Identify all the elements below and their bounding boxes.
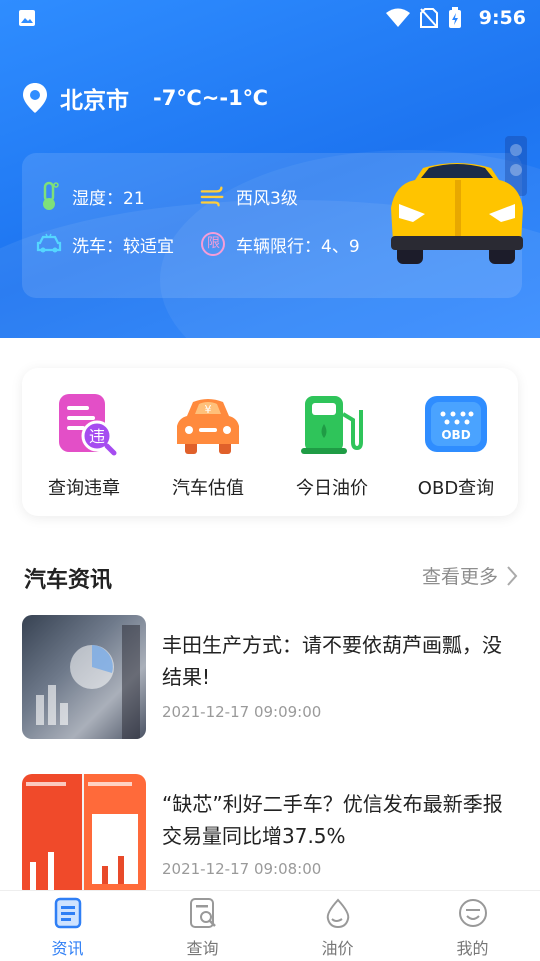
car-illustration-icon [391, 136, 527, 264]
service-label: 汽车估值 [172, 478, 244, 499]
oil-drop-icon [326, 898, 349, 929]
location-pin-icon [23, 83, 47, 113]
tab-query[interactable]: 查询 [135, 897, 270, 959]
restriction-row: 限 车辆限行：4、9 [200, 231, 360, 257]
service-label: OBD查询 [417, 478, 495, 499]
news-item[interactable]: “缺芯”利好二手车？优信发布最新季报 交易量同比增37.5% 2021-12-1… [22, 774, 518, 898]
news-section-title: 汽车资讯 [24, 568, 113, 593]
tab-profile[interactable]: 我的 [405, 897, 540, 959]
news-date: 2021-12-17 09:09:00 [162, 703, 322, 721]
restriction-badge-char: 限 [207, 236, 221, 251]
humidity-row: 湿度：21 [36, 181, 145, 210]
obd-badge-text: OBD [441, 428, 470, 442]
query-icon [189, 898, 216, 928]
news-more-link[interactable]: 查看更多 [422, 562, 518, 589]
tab-label: 我的 [456, 939, 489, 958]
clock-time: 9:56 [478, 7, 526, 29]
service-violation-query[interactable]: 违 查询违章 [22, 390, 146, 500]
service-car-valuation[interactable]: ¥ 汽车估值 [146, 390, 270, 500]
valuation-badge-text: ¥ [205, 403, 212, 416]
news-more-label: 查看更多 [421, 566, 498, 588]
restriction-text: 车辆限行：4、9 [236, 236, 360, 257]
location-row[interactable]: 北京市 -7℃~-1℃ [22, 80, 268, 116]
wifi-icon [386, 8, 410, 27]
tab-news[interactable]: 资讯 [0, 897, 135, 959]
no-sim-icon [420, 8, 438, 28]
news-thumbnail [22, 615, 146, 739]
report-chart-image [22, 774, 146, 898]
news-thumbnail [22, 774, 146, 898]
profile-icon [458, 899, 487, 927]
tab-label: 资讯 [51, 939, 84, 958]
news-title: 丰田生产方式：请不要依葫芦画瓢，没结果! [162, 633, 502, 689]
wind-text: 西风3级 [236, 188, 298, 209]
tab-label: 查询 [186, 939, 219, 958]
service-fuel-price[interactable]: 今日油价 [270, 390, 394, 500]
thermometer-icon [36, 181, 62, 210]
header-banner: 9:56 北京市 -7℃~-1℃ 湿度：21 西风3级 洗车：较适宜 限 车辆限… [0, 0, 540, 338]
car-wash-icon [36, 231, 62, 257]
news-title: “缺芯”利好二手车？优信发布最新季报 交易量同比增37.5% [162, 792, 503, 848]
violation-badge-text: 违 [89, 427, 105, 446]
temperature-range: -7℃~-1℃ [153, 86, 269, 110]
city-name: 北京市 [60, 88, 129, 114]
chevron-right-icon [507, 565, 518, 586]
humidity-text: 湿度：21 [72, 188, 145, 209]
tab-label: 油价 [321, 939, 354, 958]
news-date: 2021-12-17 09:08:00 [162, 860, 322, 878]
status-icons [386, 7, 462, 29]
status-bar: 9:56 [0, 0, 540, 36]
business-photo-image [22, 615, 146, 739]
car-wash-text: 洗车：较适宜 [72, 236, 174, 257]
obd-query-icon: OBD [425, 396, 487, 452]
violation-query-icon: 违 [59, 394, 117, 456]
services-panel: 违 查询违章 ¥ 汽车估值 今日油价 OBD OBD查询 [22, 368, 518, 516]
image-notification-icon [19, 10, 35, 26]
car-valuation-icon: ¥ [177, 399, 239, 454]
service-obd-query[interactable]: OBD OBD查询 [394, 390, 518, 500]
service-label: 今日油价 [296, 478, 368, 499]
news-icon [54, 897, 81, 929]
news-item[interactable]: 丰田生产方式：请不要依葫芦画瓢，没结果! 2021-12-17 09:09:00 [22, 615, 518, 739]
car-wash-row: 洗车：较适宜 [36, 231, 174, 257]
service-label: 查询违章 [48, 478, 120, 499]
battery-charging-icon [449, 7, 461, 28]
bottom-tab-bar: 资讯 查询 油价 我的 [0, 890, 540, 961]
fuel-price-icon [301, 396, 363, 454]
tab-oil-price[interactable]: 油价 [270, 897, 405, 959]
wind-icon [200, 183, 226, 209]
wind-row: 西风3级 [200, 183, 298, 209]
